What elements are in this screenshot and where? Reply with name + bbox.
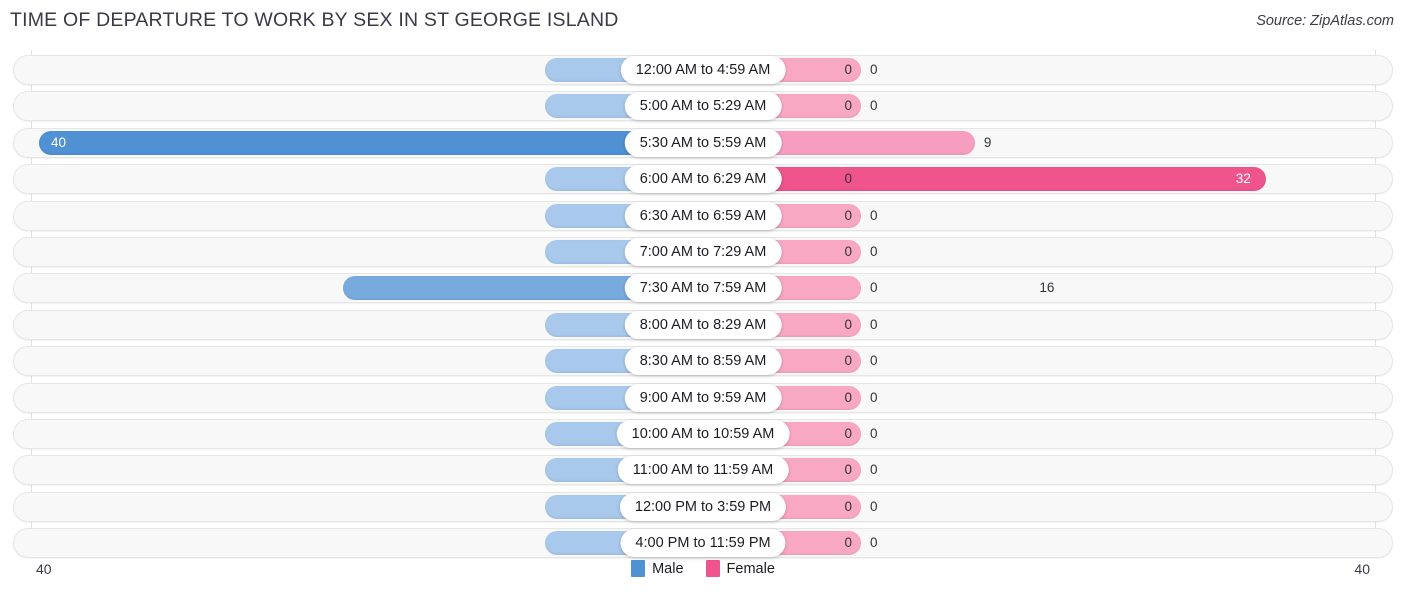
value-label-female: 0 (870, 389, 878, 405)
source-attribution: Source: ZipAtlas.com (1256, 13, 1394, 29)
value-label-male: 0 (844, 353, 852, 369)
value-label-male: 16 (1039, 280, 1055, 296)
category-label: 5:00 AM to 5:29 AM (624, 92, 782, 121)
chart-row: 16 0 7:30 AM to 7:59 AM (13, 273, 1393, 304)
value-label-male: 0 (844, 498, 852, 514)
chart-row: 0 0 8:00 AM to 8:29 AM (13, 309, 1393, 340)
value-label-female: 0 (870, 353, 878, 369)
bar-male (39, 130, 703, 155)
value-label-female: 0 (870, 62, 878, 77)
value-label-female: 0 (870, 426, 878, 441)
value-label-male: 0 (844, 98, 852, 114)
category-label: 5:30 AM to 5:59 AM (624, 128, 782, 157)
category-label: 9:00 AM to 9:59 AM (624, 383, 782, 412)
category-label: 7:00 AM to 7:29 AM (624, 238, 782, 266)
category-label: 7:30 AM to 7:59 AM (624, 274, 782, 303)
chart-row: 0 0 8:30 AM to 8:59 AM (13, 346, 1393, 377)
value-label-female: 9 (983, 134, 992, 150)
value-label-female: 0 (870, 462, 878, 478)
legend-label: Female (726, 560, 775, 577)
value-label-male: 0 (844, 426, 852, 441)
legend: Male Female (0, 560, 1406, 577)
value-label-male: 0 (844, 207, 852, 223)
legend-item-female[interactable]: Female (705, 560, 775, 577)
category-label: 10:00 AM to 10:59 AM (616, 420, 790, 448)
chart-row: 0 0 7:00 AM to 7:29 AM (13, 237, 1393, 267)
category-label: 4:00 PM to 11:59 PM (620, 529, 786, 558)
value-label-female: 0 (870, 498, 878, 514)
value-label-male: 0 (844, 316, 852, 332)
chart-row: 0 0 12:00 AM to 4:59 AM (13, 55, 1393, 85)
chart-row: 0 0 4:00 PM to 11:59 PM (13, 528, 1393, 559)
legend-swatch-icon (705, 560, 720, 577)
plot-area: 0 0 12:00 AM to 4:59 AM 0 0 5:00 AM to 5:29 A… (0, 50, 1406, 559)
chart-row: 0 0 10:00 AM to 10:59 AM (13, 419, 1393, 449)
chart-row: 0 0 5:00 AM to 5:29 AM (13, 91, 1393, 122)
category-label: 8:00 AM to 8:29 AM (624, 310, 782, 339)
category-label: 12:00 PM to 3:59 PM (619, 492, 787, 521)
value-label-male: 0 (844, 389, 852, 405)
category-label: 6:30 AM to 6:59 AM (624, 201, 782, 230)
value-label-male: 0 (844, 171, 852, 187)
chart-page: TIME OF DEPARTURE TO WORK BY SEX IN ST G… (0, 0, 1406, 595)
category-label: 12:00 AM to 4:59 AM (620, 56, 786, 84)
legend-label: Male (652, 560, 684, 577)
legend-item-male[interactable]: Male (631, 560, 684, 577)
chart-row: 40 9 5:30 AM to 5:59 AM (13, 127, 1393, 158)
value-label-female: 0 (870, 98, 878, 114)
value-label-female: 0 (870, 280, 878, 296)
value-label-male: 0 (844, 535, 852, 551)
legend-swatch-icon (631, 560, 646, 577)
bar-female (703, 167, 1266, 192)
category-label: 6:00 AM to 6:29 AM (624, 165, 782, 194)
chart-row: 0 0 11:00 AM to 11:59 AM (13, 455, 1393, 486)
page-title: TIME OF DEPARTURE TO WORK BY SEX IN ST G… (10, 9, 619, 31)
value-label-female: 0 (870, 316, 878, 332)
value-label-male: 0 (844, 244, 852, 259)
chart-row: 0 0 6:30 AM to 6:59 AM (13, 200, 1393, 231)
value-label-female: 32 (1235, 171, 1251, 187)
category-label: 11:00 AM to 11:59 AM (617, 456, 789, 485)
chart-row: 0 0 12:00 PM to 3:59 PM (13, 491, 1393, 522)
value-label-male: 0 (844, 62, 852, 77)
category-label: 8:30 AM to 8:59 AM (624, 347, 782, 376)
chart-row: 0 32 6:00 AM to 6:29 AM (13, 164, 1393, 195)
value-label-female: 0 (870, 535, 878, 551)
value-label-female: 0 (870, 244, 878, 259)
value-label-female: 0 (870, 207, 878, 223)
value-label-male: 40 (51, 134, 67, 150)
chart-row: 0 0 9:00 AM to 9:59 AM (13, 382, 1393, 413)
value-label-male: 0 (844, 462, 852, 478)
